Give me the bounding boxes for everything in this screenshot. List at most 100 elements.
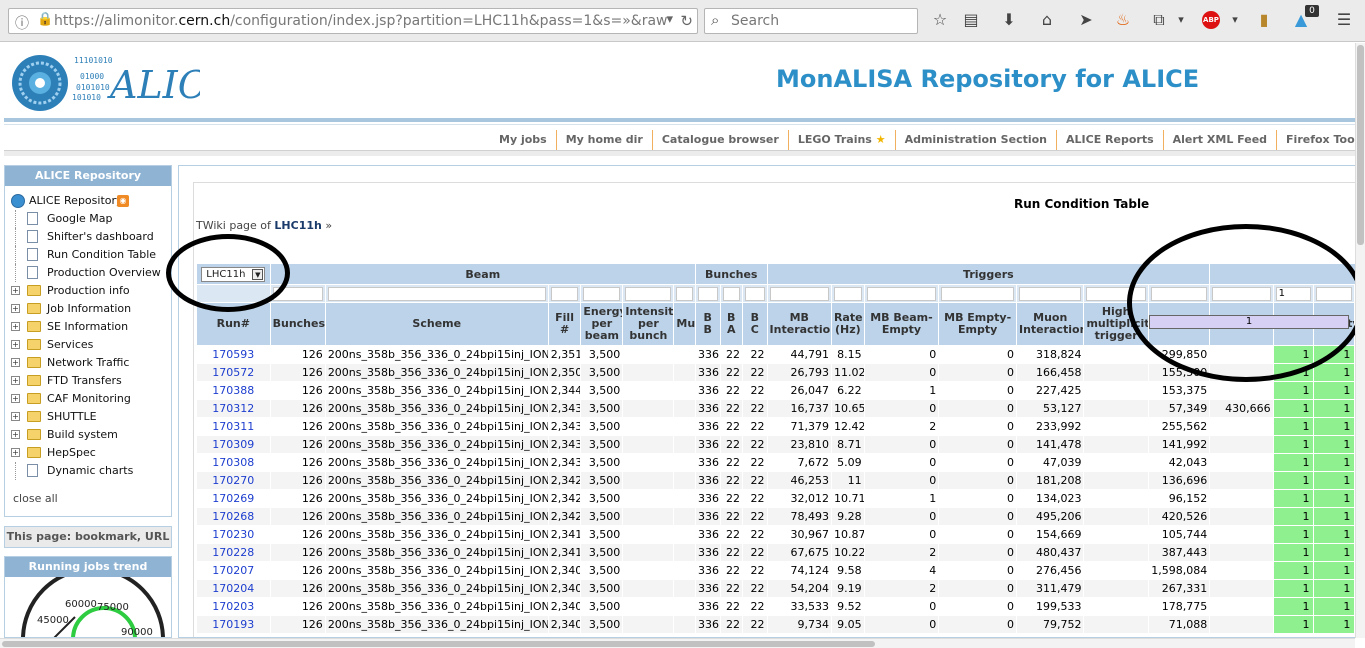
column-header[interactable]: Mu [673, 302, 696, 346]
twiki-link[interactable]: TWiki page of LHC11h » [196, 219, 332, 232]
run-link[interactable]: 170312 [196, 399, 271, 418]
expand-icon[interactable]: + [11, 340, 20, 349]
filter-input[interactable] [866, 286, 937, 301]
firebug-icon[interactable]: ♨ [1112, 10, 1134, 30]
expand-icon[interactable]: + [11, 376, 20, 385]
column-header[interactable]: MB Empty-Empty [938, 302, 1017, 346]
filter-input[interactable] [1086, 286, 1146, 301]
downloads-icon[interactable]: ⬇ [998, 10, 1020, 30]
column-header[interactable]: B B [694, 302, 721, 346]
run-link[interactable]: 170270 [196, 471, 271, 490]
adblock-icon[interactable]: ABP [1202, 11, 1220, 29]
column-header[interactable]: Run# [196, 302, 271, 346]
nav-catalogue-browser[interactable]: Catalogue browser [651, 130, 788, 150]
expand-icon[interactable]: + [11, 304, 20, 313]
run-link[interactable]: 170311 [196, 417, 271, 436]
partition-select[interactable]: LHC11h ▼ [201, 266, 266, 282]
column-header[interactable]: High multiplicity trigger [1083, 302, 1149, 346]
reading-list-icon[interactable]: ▤ [960, 10, 982, 30]
expand-icon[interactable]: + [11, 286, 20, 295]
filter-input[interactable] [744, 286, 765, 301]
filter-input[interactable] [327, 286, 546, 301]
filter-input[interactable] [1018, 286, 1082, 301]
rss-icon[interactable]: ◉ [117, 195, 129, 207]
scrollbar-thumb[interactable] [1357, 45, 1364, 245]
filter-input[interactable] [941, 286, 1014, 301]
expand-icon[interactable]: + [11, 358, 20, 367]
filter-input[interactable]: 1 [1275, 286, 1312, 301]
alice-logo[interactable]: 11101010 01000 0101010 101010 ALICE [10, 43, 235, 118]
send-icon[interactable]: ➤ [1075, 10, 1097, 30]
url-dropdown-icon[interactable]: ▾ [666, 12, 673, 27]
nav-firefox-toolbar[interactable]: Firefox Toolba [1276, 130, 1365, 150]
run-link[interactable]: 170572 [196, 363, 271, 382]
nav-my-jobs[interactable]: My jobs [490, 130, 556, 150]
bookmark-star-icon[interactable]: ☆ [929, 10, 951, 30]
nav-my-home-dir[interactable]: My home dir [555, 130, 652, 150]
scrollbar-thumb[interactable] [2, 641, 875, 647]
run-link[interactable]: 170309 [196, 435, 271, 454]
screenshot-icon[interactable]: ⧉ [1148, 10, 1170, 30]
expand-icon[interactable]: + [11, 448, 20, 457]
filter-input[interactable] [272, 286, 323, 301]
home-icon[interactable]: ⌂ [1036, 10, 1058, 30]
chevron-down-icon[interactable]: ▾ [1224, 10, 1246, 30]
filter-input[interactable] [769, 286, 829, 301]
nav-administration-section[interactable]: Administration Section [894, 130, 1056, 150]
expand-icon[interactable]: + [11, 394, 20, 403]
close-all-link[interactable]: close all [13, 492, 58, 505]
column-header[interactable]: Rate (Hz) [830, 302, 865, 346]
expand-icon[interactable]: + [11, 412, 20, 421]
nav-lego-trains[interactable]: LEGO Trains ★ [787, 130, 895, 150]
vertical-scrollbar[interactable] [1355, 43, 1365, 638]
notebook-icon[interactable]: ▮ [1253, 10, 1275, 30]
filter-input[interactable] [722, 286, 740, 301]
run-link[interactable]: 170388 [196, 381, 271, 400]
filter-input[interactable] [1316, 286, 1353, 301]
column-header[interactable]: MB Beam-Empty [863, 302, 940, 346]
column-header[interactable]: Scheme [324, 302, 549, 346]
run-link[interactable]: 170230 [196, 525, 271, 544]
column-header[interactable]: MB Interaction [766, 302, 832, 346]
nav-alice-reports[interactable]: ALICE Reports [1056, 130, 1163, 150]
column-header[interactable]: B A [719, 302, 743, 346]
column-header[interactable]: Energy per beam [580, 302, 624, 346]
horizontal-scrollbar[interactable] [0, 638, 1355, 648]
info-icon[interactable]: ⓘ [15, 13, 29, 33]
nav-alert-xml-feed[interactable]: Alert XML Feed [1162, 130, 1276, 150]
filter-input[interactable] [583, 286, 621, 301]
run-link[interactable]: 170269 [196, 489, 271, 508]
run-link[interactable]: 170193 [196, 615, 271, 634]
bookmark-box[interactable]: This page: bookmark, URL [4, 526, 172, 548]
filter-input[interactable] [550, 286, 579, 301]
run-link[interactable]: 170207 [196, 561, 271, 580]
search-input[interactable]: ⌕ Search [704, 8, 918, 34]
run-link[interactable]: 170228 [196, 543, 271, 562]
filter-input[interactable] [1150, 286, 1208, 301]
table-cell: 9.58 [830, 561, 865, 580]
filter-input[interactable] [676, 286, 693, 301]
filter-input[interactable] [697, 286, 718, 301]
quality-filter-overlay[interactable]: 1 [1149, 315, 1349, 329]
twiki-partition[interactable]: LHC11h [274, 219, 321, 232]
jobs-trend-title[interactable]: Running jobs trend [5, 557, 171, 577]
run-link[interactable]: 170593 [196, 345, 271, 364]
filter-input[interactable] [1212, 286, 1271, 301]
column-header[interactable]: B C [741, 302, 768, 346]
run-link[interactable]: 170268 [196, 507, 271, 526]
menu-icon[interactable]: ☰ [1333, 10, 1355, 30]
column-header[interactable]: Intensity per bunch [622, 302, 675, 346]
chevron-down-icon[interactable]: ▾ [1170, 10, 1192, 30]
column-header[interactable]: Muon Interaction [1015, 302, 1085, 346]
filter-input[interactable] [833, 286, 862, 301]
filter-input[interactable] [625, 286, 672, 301]
expand-icon[interactable]: + [11, 322, 20, 331]
run-link[interactable]: 170203 [196, 597, 271, 616]
column-header[interactable]: Fill # [547, 302, 582, 346]
run-link[interactable]: 170308 [196, 453, 271, 472]
run-link[interactable]: 170204 [196, 579, 271, 598]
expand-icon[interactable]: + [11, 430, 20, 439]
reload-icon[interactable]: ↻ [680, 12, 693, 30]
column-header[interactable]: Bunches [269, 302, 326, 346]
address-bar[interactable]: ⓘ 🔒 https://alimonitor.cern.ch/configura… [8, 8, 698, 34]
